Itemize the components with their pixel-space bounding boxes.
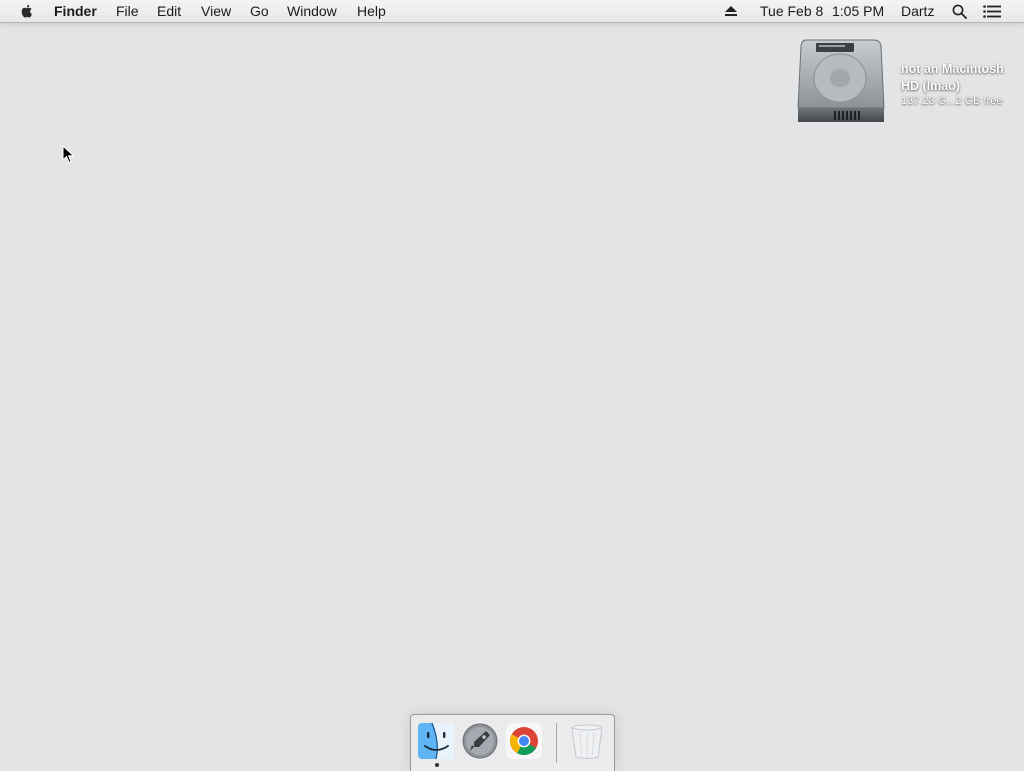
- menu-view[interactable]: View: [201, 3, 231, 19]
- mouse-cursor-icon: [62, 145, 75, 164]
- menu-window[interactable]: Window: [287, 3, 337, 19]
- dock: [410, 714, 615, 771]
- menu-bar: Finder File Edit View Go Window Help Tue…: [0, 0, 1024, 23]
- launchpad-icon[interactable]: [462, 723, 498, 759]
- chrome-icon[interactable]: [506, 723, 542, 759]
- menu-go[interactable]: Go: [250, 3, 269, 19]
- menu-user[interactable]: Dartz: [901, 3, 934, 19]
- finder-running-indicator: [435, 763, 439, 767]
- hard-drive-icon[interactable]: [796, 36, 886, 128]
- dock-separator: [556, 723, 557, 763]
- spotlight-search-icon[interactable]: [952, 4, 967, 19]
- trash-icon[interactable]: [569, 723, 605, 759]
- notification-center-icon[interactable]: [983, 5, 1001, 18]
- menu-date[interactable]: Tue Feb 8: [760, 3, 823, 19]
- menu-file[interactable]: File: [116, 3, 139, 19]
- drive-name-line2: HD (lmao): [901, 79, 961, 93]
- menu-help[interactable]: Help: [357, 3, 386, 19]
- menu-edit[interactable]: Edit: [157, 3, 181, 19]
- drive-name[interactable]: not an Macintosh HD (lmao): [901, 61, 1021, 95]
- menu-app-name[interactable]: Finder: [54, 3, 97, 19]
- apple-logo-icon[interactable]: [19, 3, 35, 19]
- drive-capacity-info: 137.23 G...2 GB free: [901, 95, 1003, 107]
- finder-icon[interactable]: [418, 723, 454, 759]
- eject-icon[interactable]: [725, 6, 737, 16]
- menu-time[interactable]: 1:05 PM: [832, 3, 884, 19]
- drive-name-line1: not an Macintosh: [901, 62, 1004, 76]
